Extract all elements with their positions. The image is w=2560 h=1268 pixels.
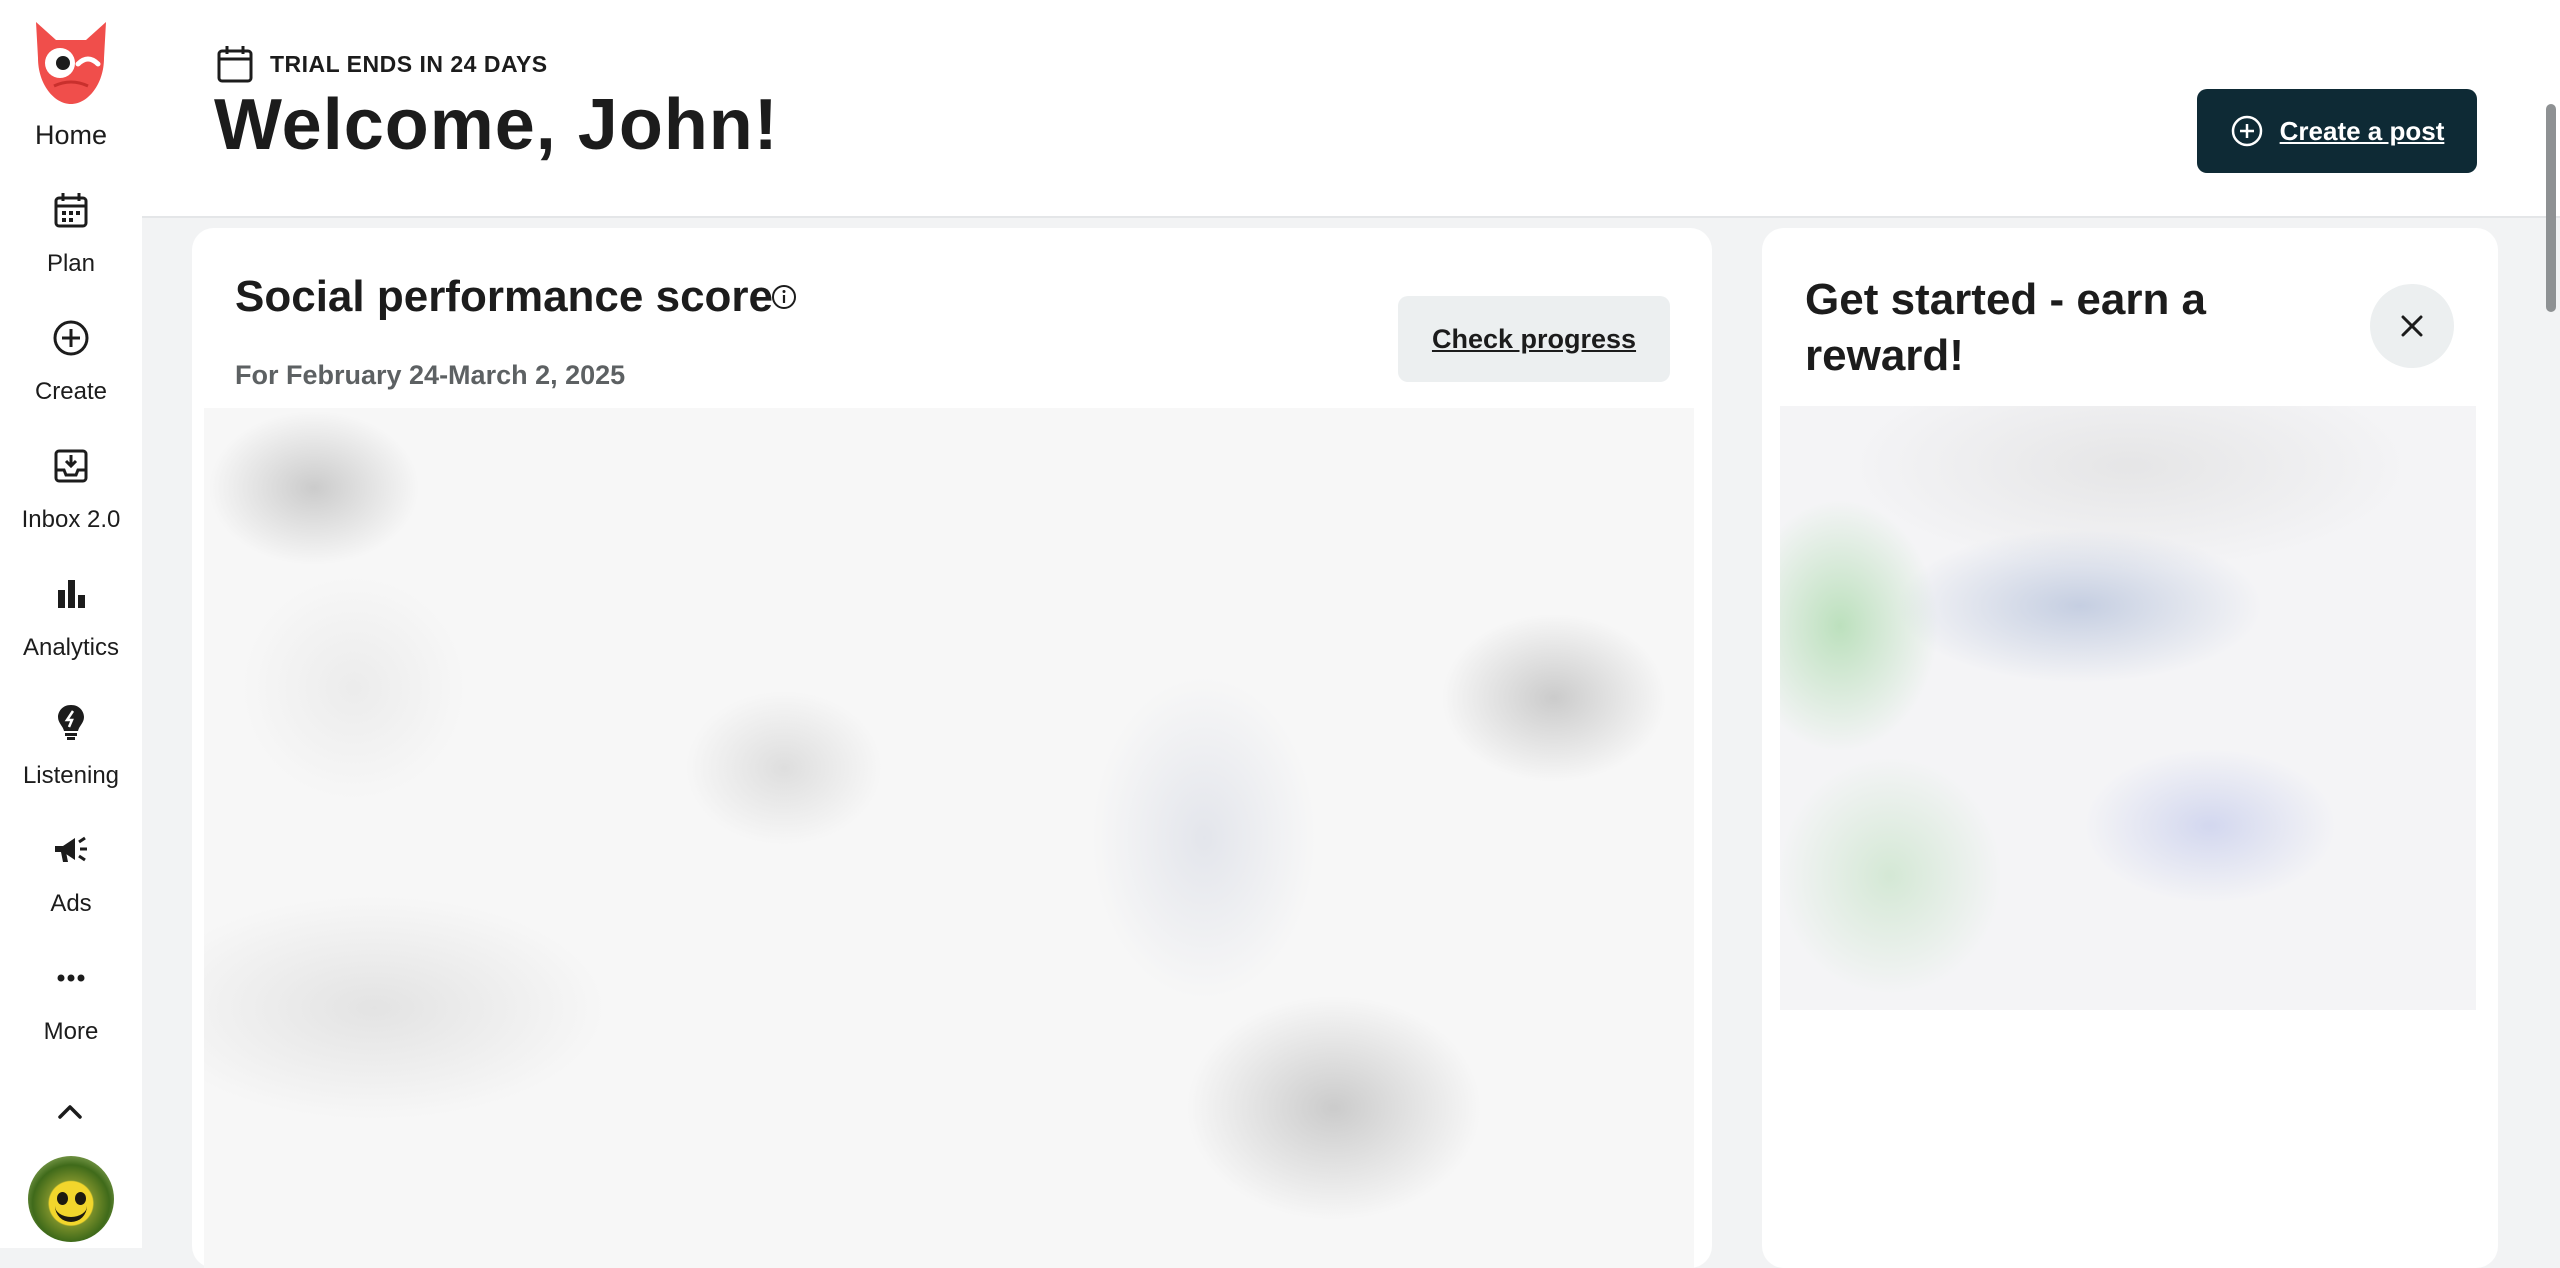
- more-dots-icon: [57, 974, 85, 982]
- sidebar-item-label: Listening: [22, 762, 120, 789]
- page-header: TRIAL ENDS IN 24 DAYS Welcome, John! Cre…: [142, 0, 2560, 218]
- avatar[interactable]: [28, 1156, 114, 1242]
- scrollbar[interactable]: [2546, 104, 2556, 312]
- trial-text: TRIAL ENDS IN 24 DAYS: [270, 50, 548, 77]
- trial-banner: TRIAL ENDS IN 24 DAYS: [216, 44, 548, 84]
- sidebar-item-inbox[interactable]: Inbox 2.0: [0, 446, 142, 534]
- score-content-placeholder: [204, 408, 1694, 1268]
- sidebar-item-label: Create: [34, 378, 108, 405]
- sidebar-item-label: Plan: [46, 250, 96, 277]
- megaphone-icon: [55, 836, 87, 862]
- check-progress-label: Check progress: [1431, 323, 1637, 354]
- info-icon[interactable]: [770, 283, 798, 311]
- check-progress-button[interactable]: Check progress: [1398, 296, 1670, 382]
- sidebar-item-home[interactable]: Home: [0, 120, 142, 151]
- calendar-icon: [54, 193, 88, 228]
- sidebar-item-label: Inbox 2.0: [21, 506, 121, 533]
- calendar-icon: [217, 46, 253, 83]
- sidebar-item-label: Ads: [50, 890, 92, 917]
- sidebar-item-label: Analytics: [22, 634, 120, 661]
- sidebar-item-ads[interactable]: Ads: [0, 830, 142, 918]
- card-title: Get started - earn a reward!: [1805, 275, 2207, 380]
- close-button[interactable]: [2370, 284, 2454, 368]
- sidebar-item-label: More: [43, 1018, 99, 1045]
- card-title: Social performance score: [235, 272, 774, 321]
- date-range: For February 24-March 2, 2025: [235, 360, 626, 390]
- get-started-card: Get started - earn a reward!: [1762, 228, 2498, 1268]
- inbox-icon: [54, 449, 88, 483]
- bar-chart-icon: [58, 580, 85, 608]
- close-icon: [2401, 315, 2423, 337]
- create-post-button[interactable]: Create a post: [2197, 89, 2477, 173]
- social-performance-card: Social performance score For February 24…: [192, 228, 1712, 1268]
- sidebar-item-analytics[interactable]: Analytics: [0, 574, 142, 662]
- sidebar-item-plan[interactable]: Plan: [0, 190, 142, 278]
- plus-circle-icon: [2231, 115, 2262, 147]
- sidebar-item-more[interactable]: More: [0, 958, 142, 1046]
- chevron-up-icon[interactable]: [52, 1096, 88, 1126]
- sidebar: Home Plan Create Inbox 2.0 Analytics Lis…: [0, 0, 142, 1248]
- sidebar-item-create[interactable]: Create: [0, 318, 142, 406]
- create-post-label: Create a post: [2279, 115, 2445, 146]
- reward-illustration: [1780, 406, 2476, 1010]
- sidebar-item-listening[interactable]: Listening: [0, 702, 142, 790]
- owl-logo-icon[interactable]: [26, 18, 116, 108]
- lightbulb-icon: [58, 705, 84, 740]
- page-title: Welcome, John!: [214, 85, 779, 165]
- plus-circle-icon: [53, 320, 89, 356]
